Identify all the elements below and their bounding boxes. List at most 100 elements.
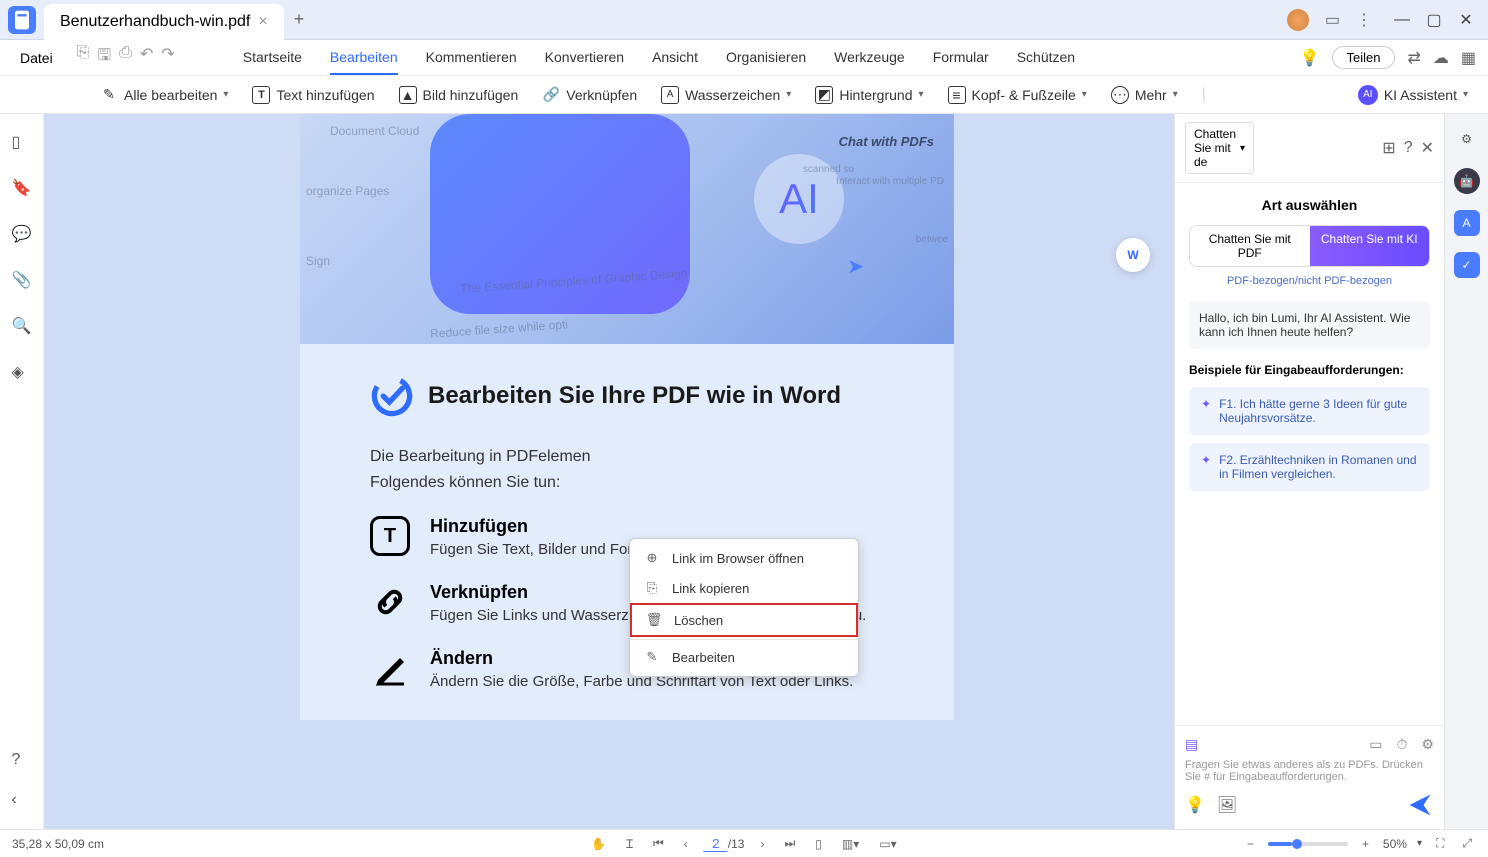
zoom-out-icon[interactable]: − <box>1243 837 1258 851</box>
open-icon[interactable]: ⎘ <box>77 44 90 71</box>
kebab-menu-icon[interactable]: ⋮ <box>1356 10 1372 30</box>
fit-width-icon[interactable]: ⛶ <box>1432 836 1448 851</box>
tab-organisieren[interactable]: Organisieren <box>726 41 806 75</box>
intro-text-1: Die Bearbeitung in PDFelemen <box>370 448 884 466</box>
chevron-left-icon[interactable]: ‹ <box>12 791 32 811</box>
view-mode-1-icon[interactable]: ▯ <box>811 837 826 851</box>
edit-all-button[interactable]: ✎ Alle bearbeiten ▾ <box>100 86 228 104</box>
document-tab[interactable]: Benutzerhandbuch-win.pdf × <box>44 4 284 40</box>
add-text-button[interactable]: T Text hinzufügen <box>252 86 374 104</box>
add-tab-icon[interactable]: + <box>294 9 305 30</box>
view-mode-2-icon[interactable]: ▥▾ <box>838 837 863 851</box>
toggle-chat-ki[interactable]: Chatten Sie mit KI <box>1310 226 1430 266</box>
chat-type-toggle: Chatten Sie mit PDF Chatten Sie mit KI <box>1189 225 1430 267</box>
ctx-copy-link[interactable]: ⎘ Link kopieren <box>630 573 858 603</box>
search-icon[interactable]: 🔍 <box>12 316 32 336</box>
view-mode-3-icon[interactable]: ▭▾ <box>875 837 900 851</box>
prev-page-icon[interactable]: ‹ <box>680 837 692 851</box>
zoom-slider[interactable] <box>1268 842 1348 846</box>
thumbnails-icon[interactable]: ▯ <box>12 132 32 152</box>
print-icon[interactable]: ⎙ <box>119 44 132 71</box>
share-button[interactable]: Teilen <box>1332 46 1396 69</box>
attachments-icon[interactable]: 📎 <box>12 270 32 290</box>
close-window-icon[interactable]: ✕ <box>1452 9 1480 31</box>
trash-icon: 🗑 <box>646 612 662 628</box>
ctx-open-browser[interactable]: ⊕ Link im Browser öffnen <box>630 543 858 573</box>
chevron-down-icon: ▾ <box>918 89 923 100</box>
background-icon: ◩ <box>815 86 833 104</box>
next-page-icon[interactable]: › <box>756 837 768 851</box>
pencil-icon: ✎ <box>100 86 118 104</box>
history-icon[interactable]: ⏱ <box>1397 736 1408 753</box>
chevron-down-icon: ▾ <box>1082 89 1087 100</box>
example-prompt-2[interactable]: ✦ F2. Erzähltechniken in Romanen und in … <box>1189 443 1430 491</box>
chain-link-icon <box>362 574 419 631</box>
toggle-chat-pdf[interactable]: Chatten Sie mit PDF <box>1190 226 1310 266</box>
first-page-icon[interactable]: ⏮ <box>649 836 668 851</box>
undo-icon[interactable]: ↶ <box>140 44 153 71</box>
layers-icon[interactable]: ◈ <box>12 362 32 382</box>
background-button[interactable]: ◩ Hintergrund ▾ <box>815 86 923 104</box>
lightbulb-prompt-icon[interactable]: 💡 <box>1185 795 1205 815</box>
tab-konvertieren[interactable]: Konvertieren <box>545 41 624 75</box>
word-export-badge-icon[interactable]: W <box>1116 238 1150 272</box>
ai-greeting: Hallo, ich bin Lumi, Ihr AI Assistent. W… <box>1189 301 1430 349</box>
close-tab-icon[interactable]: × <box>258 13 267 31</box>
prompt-library-icon[interactable]: ▤ <box>1185 736 1198 753</box>
close-panel-icon[interactable]: ✕ <box>1421 138 1434 158</box>
comments-icon[interactable]: 💬 <box>12 224 32 244</box>
link-share-icon[interactable]: ⇄ <box>1407 48 1420 68</box>
check-rail-icon[interactable]: ✓ <box>1454 252 1480 278</box>
chat-mode-dropdown[interactable]: Chatten Sie mit de ▾ <box>1185 122 1254 174</box>
tab-startseite[interactable]: Startseite <box>243 41 302 75</box>
tab-kommentieren[interactable]: Kommentieren <box>426 41 517 75</box>
lightbulb-icon[interactable]: 💡 <box>1300 48 1320 68</box>
zoom-in-icon[interactable]: + <box>1358 837 1373 851</box>
user-avatar[interactable] <box>1287 9 1309 31</box>
ki-assistant-button[interactable]: AI KI Assistent ▾ <box>1358 85 1468 105</box>
redo-icon[interactable]: ↷ <box>161 44 174 71</box>
sliders-icon[interactable]: ⚙ <box>1454 126 1480 152</box>
ai-chat-rail-icon[interactable]: 🤖 <box>1454 168 1480 194</box>
last-page-icon[interactable]: ⏭ <box>780 836 799 851</box>
document-canvas[interactable]: AI Chat with PDFs Document Cloud organiz… <box>44 114 1174 829</box>
hand-tool-icon[interactable]: ✋ <box>587 837 610 851</box>
select-tool-icon[interactable]: Ɪ <box>622 835 637 852</box>
chevron-down-icon[interactable]: ▾ <box>1417 838 1422 849</box>
left-sidebar: ▯ 🔖 💬 📎 🔍 ◈ ? ‹ <box>0 114 44 829</box>
header-footer-button[interactable]: ≡ Kopf- & Fußzeile ▾ <box>948 86 1087 104</box>
translate-rail-icon[interactable]: A <box>1454 210 1480 236</box>
file-menu[interactable]: Datei <box>12 46 61 70</box>
tab-werkzeuge[interactable]: Werkzeuge <box>834 41 905 75</box>
ctx-delete[interactable]: 🗑 Löschen <box>630 603 858 637</box>
tab-formular[interactable]: Formular <box>933 41 989 75</box>
link-button[interactable]: 🔗 Verknüpfen <box>542 86 637 104</box>
tab-ansicht[interactable]: Ansicht <box>652 41 698 75</box>
main-tabs: Startseite Bearbeiten Kommentieren Konve… <box>243 41 1075 75</box>
chevron-down-icon: ▾ <box>1463 89 1468 100</box>
help-icon[interactable]: ? <box>12 751 32 771</box>
page-number-input[interactable] <box>704 836 728 852</box>
send-button[interactable] <box>1406 791 1434 819</box>
screenshot-icon[interactable]: ▭ <box>1369 736 1382 753</box>
edit-icon: ✎ <box>644 649 660 665</box>
help-circle-icon[interactable]: ? <box>1404 139 1413 157</box>
save-icon[interactable]: 🖫 <box>98 44 112 71</box>
ctx-edit[interactable]: ✎ Bearbeiten <box>630 642 858 672</box>
fullscreen-icon[interactable]: ⤢ <box>1458 836 1476 851</box>
example-prompt-1[interactable]: ✦ F1. Ich hätte gerne 3 Ideen für gute N… <box>1189 387 1430 435</box>
watermark-button[interactable]: A Wasserzeichen ▾ <box>661 86 791 104</box>
add-image-button[interactable]: ▲ Bild hinzufügen <box>399 86 519 104</box>
new-chat-icon[interactable]: ⊞ <box>1382 138 1395 158</box>
more-button[interactable]: ⋯ Mehr ▾ <box>1111 86 1178 104</box>
maximize-icon[interactable]: ▢ <box>1420 9 1448 31</box>
tab-schuetzen[interactable]: Schützen <box>1017 41 1075 75</box>
settings-gear-icon[interactable]: ⚙ <box>1421 736 1434 753</box>
minimize-icon[interactable]: — <box>1388 9 1416 31</box>
expand-icon[interactable]: ▦ <box>1461 48 1476 68</box>
image-attach-icon[interactable]: 🖼 <box>1217 795 1237 815</box>
chat-icon[interactable]: ▭ <box>1325 10 1340 30</box>
bookmarks-icon[interactable]: 🔖 <box>12 178 32 198</box>
tab-bearbeiten[interactable]: Bearbeiten <box>330 41 398 75</box>
cloud-upload-icon[interactable]: ☁ <box>1433 48 1449 68</box>
